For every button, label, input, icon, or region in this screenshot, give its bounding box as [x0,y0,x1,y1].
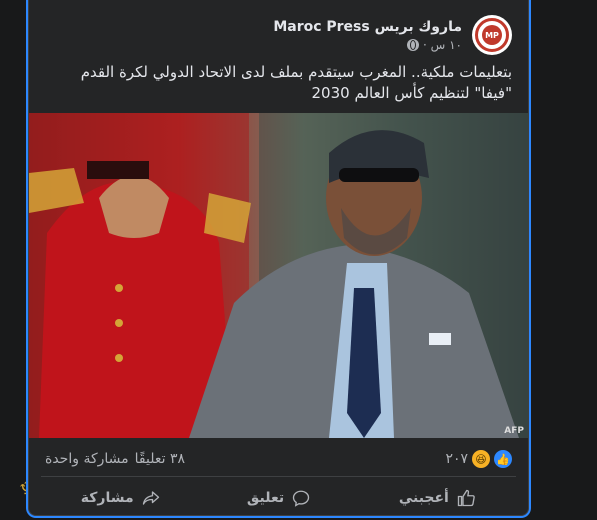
thumbs-up-icon [457,489,475,507]
page-name-link[interactable]: ماروك بريس Maroc Press [273,19,462,35]
post-actions: أعجبني تعليق مشاركة [41,480,516,516]
globe-icon [407,38,420,51]
divider [41,476,516,477]
photo-illustration [29,113,528,438]
share-arrow-icon [142,491,159,505]
shares-count[interactable]: مشاركة واحدة [45,451,129,467]
post-photo[interactable]: AFP [29,113,528,438]
share-button[interactable]: مشاركة [41,480,199,516]
post-card: MP ماروك بريس Maroc Press ١٠ س · بتعليما… [28,0,529,516]
haha-reaction-icon: 😆 [472,450,490,468]
time-label: ١٠ س · [423,37,462,52]
like-reaction-icon: 👍 [494,450,512,468]
reactions-count: ٢٠٧ [445,451,468,467]
photo-credit: AFP [504,426,524,436]
post-stats: 👍 😆 ٢٠٧ ٣٨ تعليقًا مشاركة واحدة [45,448,512,470]
comment-icon [292,490,310,507]
comments-count[interactable]: ٣٨ تعليقًا [135,451,185,467]
post-time[interactable]: ١٠ س · [273,38,462,52]
page-avatar[interactable]: MP [472,15,512,55]
post-meta: ماروك بريس Maroc Press ١٠ س · [273,19,462,52]
share-label: مشاركة [80,490,134,506]
post-header: MP ماروك بريس Maroc Press ١٠ س · [273,14,512,56]
avatar-logo: MP [482,25,502,45]
comment-button[interactable]: تعليق [199,480,357,516]
like-label: أعجبني [398,490,449,506]
reactions-summary[interactable]: 👍 😆 ٢٠٧ [445,450,512,468]
post-caption: بتعليمات ملكية.. المغرب سيتقدم بملف لدى … [80,63,512,102]
comment-label: تعليق [246,490,285,506]
like-button[interactable]: أعجبني [358,480,516,516]
